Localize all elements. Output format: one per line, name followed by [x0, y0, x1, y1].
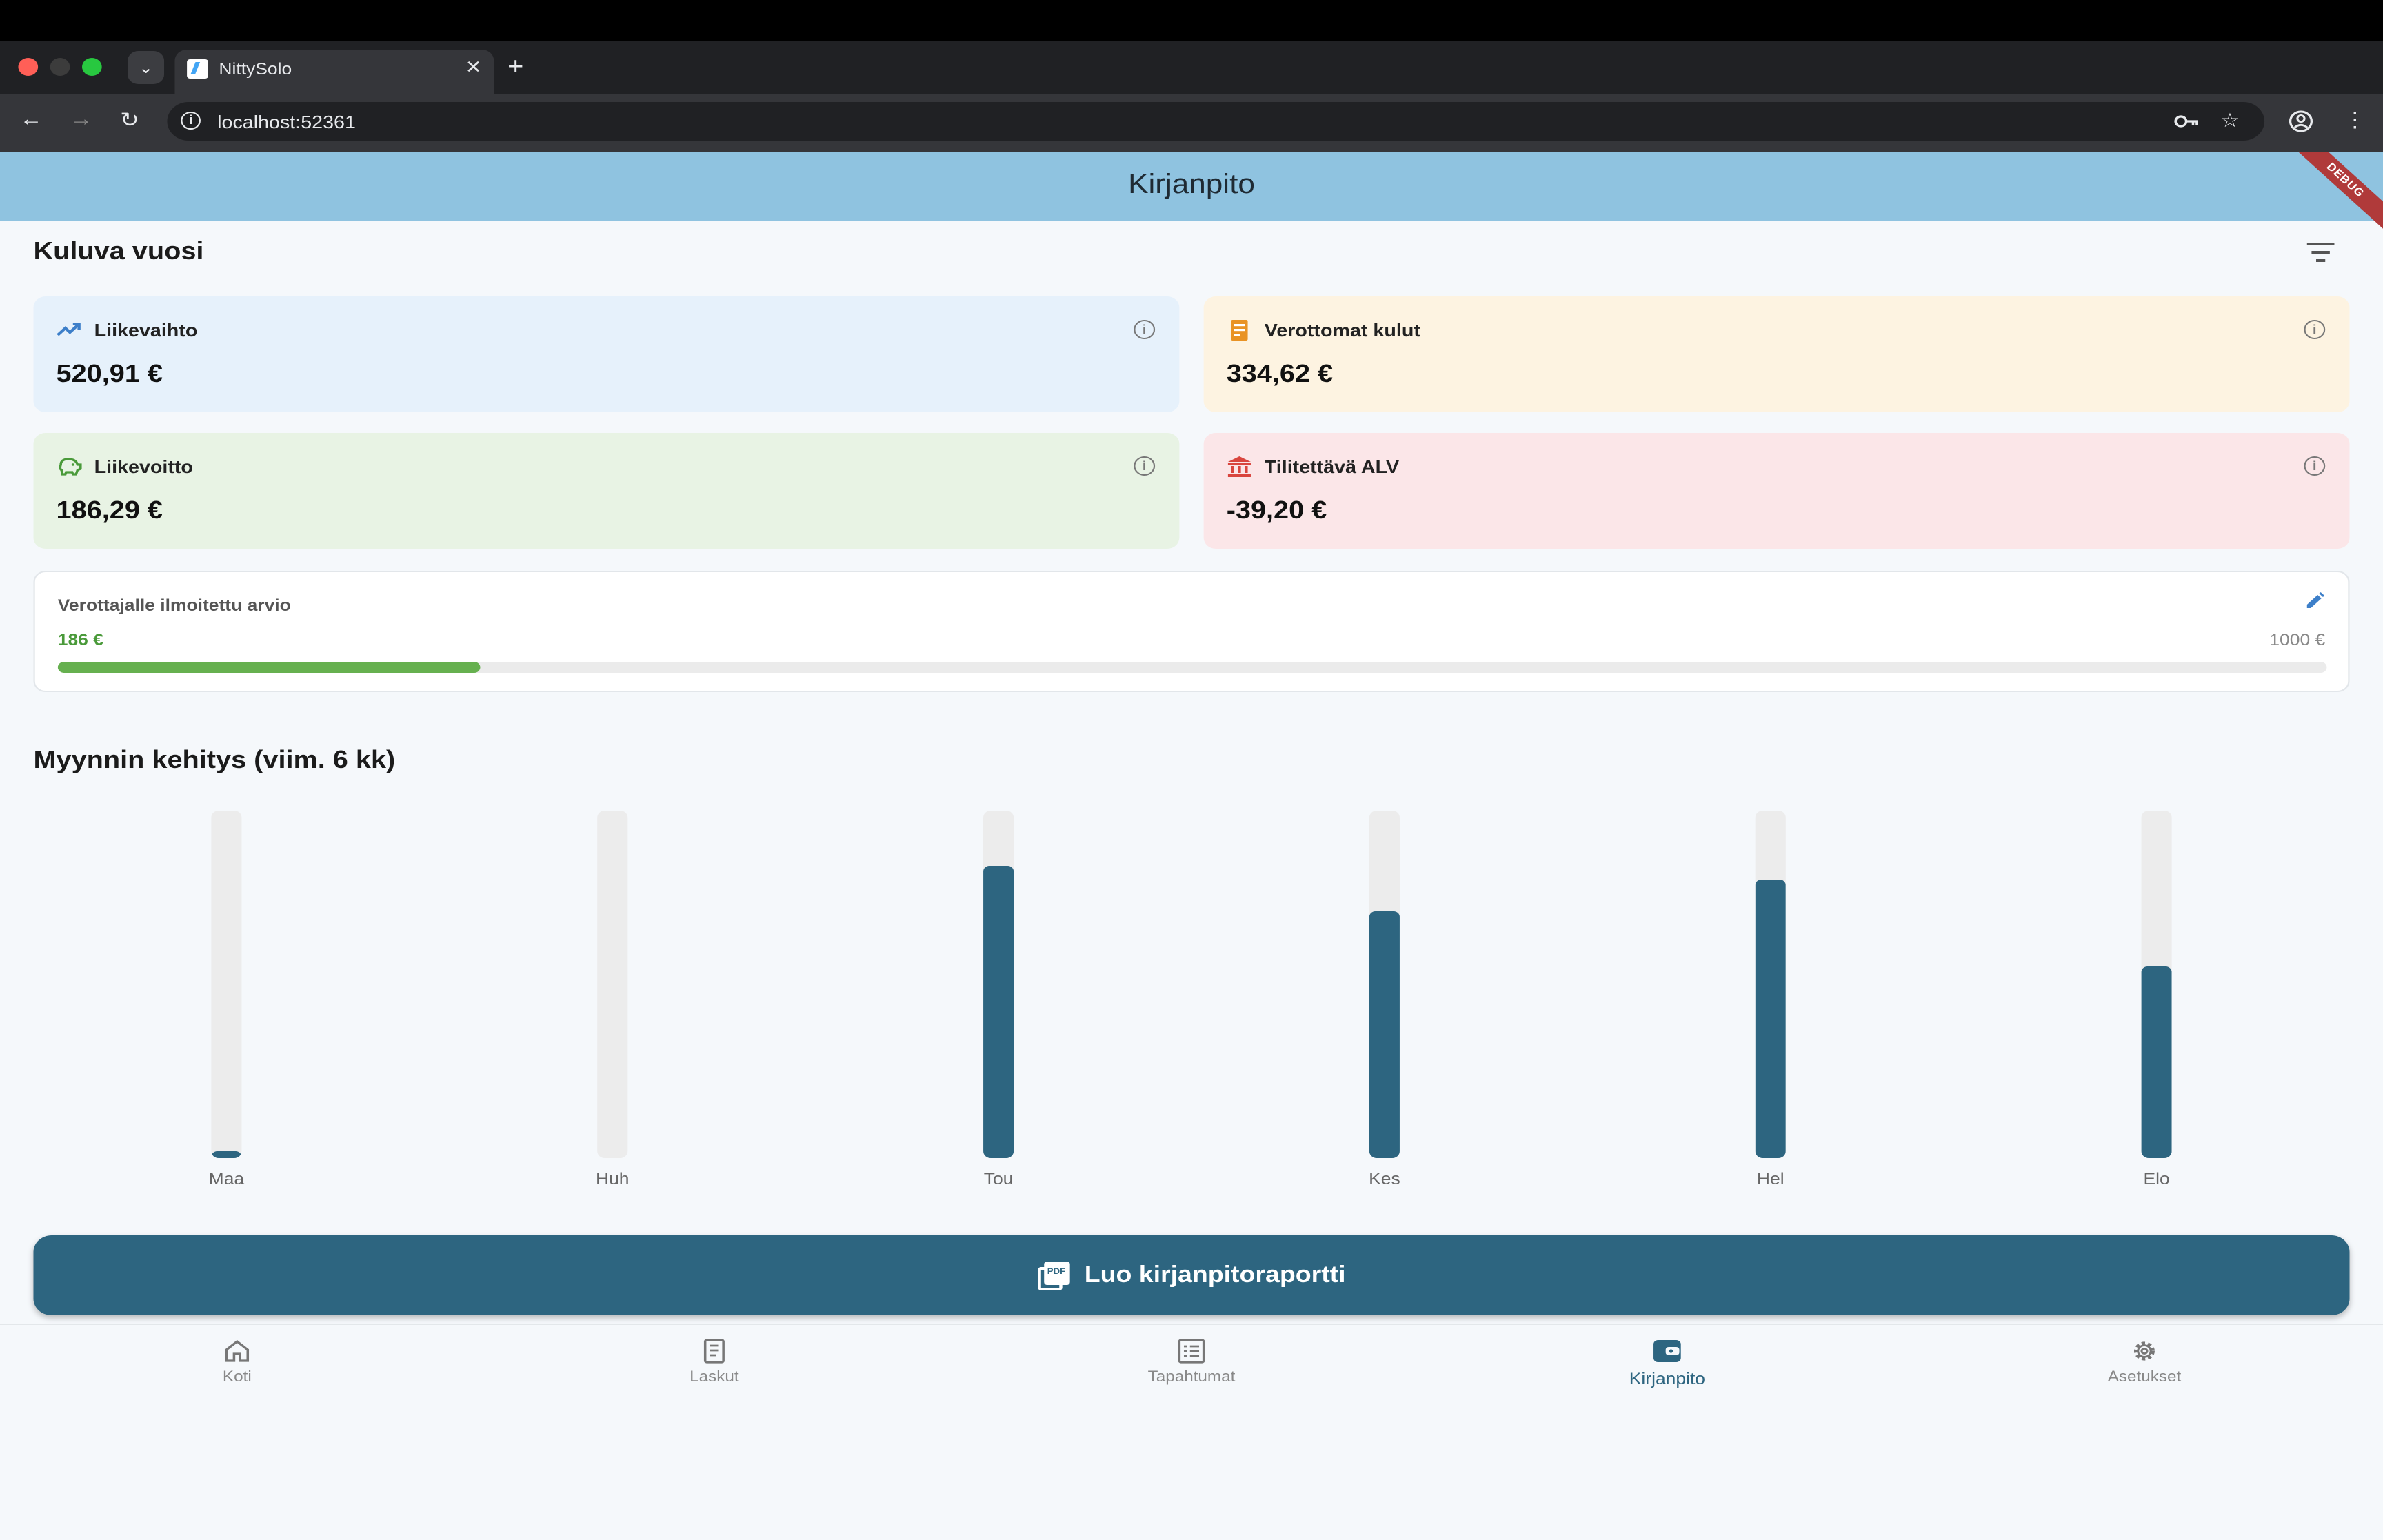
bar-label-huh: Huh — [595, 1169, 630, 1188]
profile-icon[interactable] — [2289, 110, 2313, 132]
nav-label: Tapahtumat — [1147, 1369, 1236, 1386]
card-label: Liikevoitto — [94, 456, 193, 477]
chart-title: Myynnin kehitys (viim. 6 kk) — [33, 746, 396, 773]
password-key-icon[interactable] — [2173, 112, 2201, 131]
back-arrow-icon[interactable]: ← — [20, 108, 43, 131]
edit-pencil-icon[interactable] — [2304, 591, 2325, 611]
window-close-button[interactable] — [18, 58, 39, 76]
nav-item-kirjanpito[interactable]: Kirjanpito — [1576, 1325, 1758, 1404]
tab-search-button[interactable]: ⌄ — [128, 51, 165, 84]
tab-title: NittySolo — [219, 59, 292, 79]
window-minimize-button[interactable] — [50, 58, 70, 76]
receipt-icon — [703, 1339, 725, 1364]
gear-icon — [2133, 1341, 2155, 1361]
bar-elo[interactable] — [2141, 966, 2172, 1158]
bar-track-huh — [597, 811, 628, 1158]
bar-label-elo: Elo — [2143, 1169, 2170, 1188]
card-profit[interactable]: Liikevoitto 186,29 € i — [33, 433, 1180, 549]
piggy-bank-icon — [59, 458, 82, 476]
card-label: Tilitettävä ALV — [1264, 456, 1400, 477]
filter-icon[interactable] — [2306, 243, 2336, 262]
bar-kes[interactable] — [1369, 911, 1400, 1158]
nav-item-koti[interactable]: Koti — [146, 1325, 328, 1404]
sales-chart: Maa Huh Tou Kes Hel Elo — [33, 811, 2349, 1197]
screen-top-bar — [0, 0, 2383, 41]
nav-item-tapahtumat[interactable]: Tapahtumat — [1100, 1325, 1283, 1404]
tax-estimate-card: Verottajalle ilmoitettu arvio 186 € 1000… — [33, 571, 2350, 692]
nav-item-laskut[interactable]: Laskut — [623, 1325, 805, 1404]
bar-label-kes: Kes — [1369, 1169, 1400, 1188]
list-icon — [1178, 1339, 1205, 1364]
estimate-max-value: 1000 € — [2269, 630, 2326, 649]
window-zoom-button[interactable] — [82, 58, 102, 76]
new-tab-button[interactable]: + — [507, 52, 523, 81]
create-report-button[interactable]: PDF Luo kirjanpitoraportti — [33, 1235, 2350, 1315]
section-title-current-year: Kuluva vuosi — [33, 237, 204, 265]
card-revenue[interactable]: Liikevaihto 520,91 € i — [33, 296, 1180, 412]
bar-maa[interactable] — [211, 1151, 242, 1158]
card-value: 186,29 € — [56, 496, 163, 524]
bar-label-hel: Hel — [1756, 1169, 1784, 1188]
card-label: Liikevaihto — [94, 320, 198, 341]
bank-icon — [1227, 456, 1251, 477]
address-bar[interactable]: i localhost:52361 ☆ — [167, 102, 2265, 141]
estimate-progress-fill — [57, 662, 480, 673]
estimate-label: Verottajalle ilmoitettu arvio — [57, 596, 291, 615]
bar-label-maa: Maa — [208, 1169, 245, 1188]
bottom-navigation: Koti Laskut Tapahtumat Kirjanpito Asetuk… — [0, 1324, 2383, 1402]
bar-label-tou: Tou — [983, 1169, 1014, 1188]
trending-up-icon — [57, 323, 81, 336]
browser-tab[interactable]: NittySolo ✕ — [174, 50, 494, 94]
kebab-menu-icon[interactable]: ⋮ — [2344, 108, 2366, 132]
chevron-down-icon: ⌄ — [138, 58, 154, 77]
nav-label: Kirjanpito — [1629, 1369, 1706, 1388]
wallet-icon — [1653, 1340, 1681, 1362]
info-icon[interactable]: i — [1134, 320, 1156, 339]
bar-track-hel — [1755, 811, 1786, 1158]
home-icon — [225, 1339, 250, 1362]
estimate-progress-bar — [57, 662, 2327, 673]
pdf-icon: PDF — [1037, 1261, 1069, 1290]
info-icon[interactable]: i — [1134, 456, 1156, 476]
card-value: 334,62 € — [1226, 360, 1334, 387]
receipt-icon — [1231, 320, 1248, 341]
nav-label: Asetukset — [2107, 1369, 2182, 1386]
bar-track-kes — [1369, 811, 1400, 1158]
site-info-icon[interactable]: i — [181, 112, 201, 130]
card-value: 520,91 € — [56, 360, 163, 387]
bar-track-elo — [2141, 811, 2172, 1158]
bar-tou[interactable] — [983, 866, 1014, 1158]
card-expenses[interactable]: Verottomat kulut 334,62 € i — [1203, 296, 2350, 412]
app-bar: Kirjanpito DEBUG — [0, 152, 2383, 241]
url-text: localhost:52361 — [217, 112, 356, 132]
card-value: -39,20 € — [1226, 496, 1327, 524]
bookmark-star-icon[interactable]: ☆ — [2220, 109, 2240, 132]
tab-close-icon[interactable]: ✕ — [465, 57, 482, 79]
bar-track-maa — [211, 811, 242, 1158]
create-report-label: Luo kirjanpitoraportti — [1084, 1262, 1346, 1288]
nav-label: Laskut — [690, 1369, 739, 1386]
card-label: Verottomat kulut — [1264, 320, 1420, 341]
nav-item-asetukset[interactable]: Asetukset — [2053, 1325, 2235, 1404]
info-icon[interactable]: i — [2304, 320, 2326, 339]
estimate-current-value: 186 € — [57, 630, 103, 649]
bar-hel[interactable] — [1755, 880, 1786, 1158]
reload-icon[interactable]: ↻ — [120, 108, 139, 132]
bar-track-tou — [983, 811, 1014, 1158]
flutter-favicon-icon — [187, 59, 208, 79]
info-icon[interactable]: i — [2304, 456, 2326, 476]
page-title: Kirjanpito — [1128, 170, 1255, 200]
forward-arrow-icon[interactable]: → — [70, 108, 92, 131]
nav-label: Koti — [222, 1369, 252, 1386]
app-root: Kirjanpito DEBUG Kuluva vuosi Liikevaiht… — [0, 152, 2383, 1540]
card-vat[interactable]: Tilitettävä ALV -39,20 € i — [1203, 433, 2350, 549]
